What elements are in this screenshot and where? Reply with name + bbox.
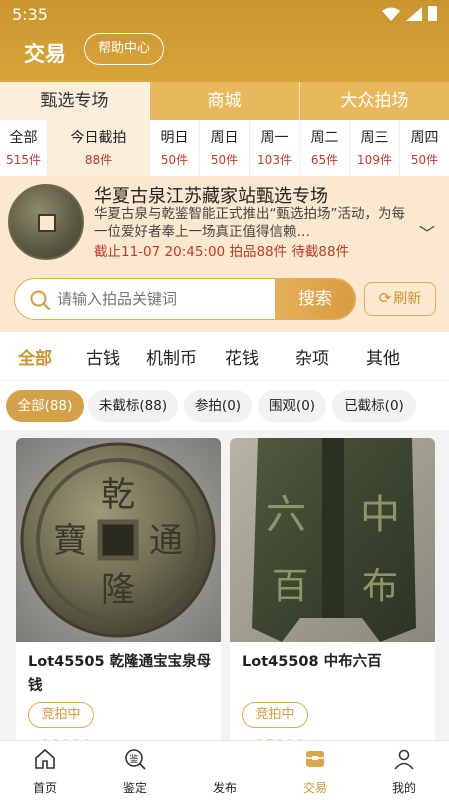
header: 5:35 交易 帮助中心 bbox=[0, 0, 449, 82]
filter-open[interactable]: 未截标(88) bbox=[88, 390, 178, 422]
help-center-button[interactable]: 帮助中心 bbox=[84, 33, 164, 65]
user-icon bbox=[394, 749, 414, 770]
status-icons bbox=[382, 6, 437, 21]
lot-image: 乾 隆 通 寶 bbox=[16, 438, 221, 642]
nav-trade[interactable]: 交易 bbox=[270, 741, 360, 800]
day-tab-thursday[interactable]: 周四 50件 bbox=[400, 120, 449, 176]
lot-card[interactable]: 乾 隆 通 寶 Lot45505 乾隆通宝宝泉母钱 竞拍中 ¥ 23220 bbox=[16, 438, 221, 740]
signal-icon bbox=[406, 6, 422, 21]
filter-watching[interactable]: 围观(0) bbox=[258, 390, 326, 422]
category-charms[interactable]: 花钱 bbox=[225, 344, 259, 369]
category-all[interactable]: 全部 bbox=[18, 344, 52, 369]
chevron-down-icon[interactable]: ﹀ bbox=[419, 220, 435, 244]
nav-publish[interactable]: 发布 bbox=[180, 741, 270, 800]
category-ancient-coins[interactable]: 古钱 bbox=[86, 344, 120, 369]
day-tab-label: 周一 bbox=[260, 130, 289, 146]
nav-home[interactable]: 首页 bbox=[0, 741, 90, 800]
svg-text:中: 中 bbox=[360, 492, 400, 538]
bottom-nav: 首页 鉴 鉴定 发布 交易 我的 bbox=[0, 740, 449, 800]
day-tab-count: 515件 bbox=[6, 153, 41, 167]
svg-text:布: 布 bbox=[362, 566, 398, 607]
day-tab-sunday[interactable]: 周日 50件 bbox=[200, 120, 250, 176]
tab-public-auction[interactable]: 大众拍场 bbox=[300, 82, 449, 120]
home-icon bbox=[35, 748, 55, 769]
day-tab-monday[interactable]: 周一 103件 bbox=[250, 120, 300, 176]
day-tabs: 全部 515件 今日截拍 88件 明日 50件 周日 50件 周一 103件 周… bbox=[0, 120, 449, 176]
day-tab-label: 周三 bbox=[360, 130, 389, 146]
nav-appraise[interactable]: 鉴 鉴定 bbox=[90, 741, 180, 800]
day-tab-count: 50件 bbox=[160, 153, 189, 167]
day-tab-count: 50件 bbox=[210, 153, 239, 167]
search-button[interactable]: 搜索 bbox=[275, 279, 355, 319]
search-box: 搜索 bbox=[14, 278, 356, 320]
status-time: 5:35 bbox=[12, 5, 48, 24]
lot-image: 六 百 中 布 bbox=[230, 438, 435, 642]
day-tab-tuesday[interactable]: 周二 65件 bbox=[300, 120, 350, 176]
session-deadline: 截止11-07 20:45:00 拍品88件 待截88件 bbox=[94, 244, 350, 260]
search-icon bbox=[30, 290, 50, 310]
day-tab-count: 109件 bbox=[357, 153, 392, 167]
lot-title: Lot45508 中布六百 bbox=[242, 654, 382, 670]
lot-title: Lot45505 乾隆通宝宝泉母钱 bbox=[28, 654, 212, 694]
svg-text:隆: 隆 bbox=[101, 570, 135, 610]
nav-label: 首页 bbox=[32, 781, 57, 795]
category-machine-coins[interactable]: 机制币 bbox=[146, 344, 197, 369]
day-tab-label: 全部 bbox=[9, 130, 38, 146]
nav-label: 发布 bbox=[212, 781, 237, 795]
filter-all[interactable]: 全部(88) bbox=[6, 390, 84, 422]
nav-label: 我的 bbox=[391, 781, 416, 795]
session-banner[interactable]: 华夏古泉江苏藏家站甄选专场 华夏古泉与乾鉴智能正式推出“甄选拍场”活动，为每一位… bbox=[0, 176, 449, 266]
day-tab-count: 65件 bbox=[310, 153, 339, 167]
tab-curated[interactable]: 甄选专场 bbox=[0, 82, 150, 120]
battery-icon bbox=[428, 6, 437, 21]
status-filters: 全部(88) 未截标(88) 参拍(0) 围观(0) 已截标(0) bbox=[0, 380, 449, 430]
nav-label: 鉴定 bbox=[122, 781, 147, 795]
nav-profile[interactable]: 我的 bbox=[359, 741, 449, 800]
svg-text:乾: 乾 bbox=[101, 475, 135, 515]
main-tabs: 甄选专场 商城 大众拍场 bbox=[0, 82, 449, 120]
day-tab-label: 周二 bbox=[310, 130, 339, 146]
refresh-icon: ⟳ bbox=[378, 289, 392, 307]
status-bar: 5:35 bbox=[0, 0, 449, 30]
svg-text:寶: 寶 bbox=[53, 521, 87, 561]
appraise-icon: 鉴 bbox=[125, 749, 146, 770]
search-area: 搜索 ⟳刷新 bbox=[0, 266, 449, 332]
day-tab-today[interactable]: 今日截拍 88件 bbox=[48, 120, 150, 176]
day-tab-label: 周日 bbox=[210, 130, 239, 146]
lot-grid: 乾 隆 通 寶 Lot45505 乾隆通宝宝泉母钱 竞拍中 ¥ 23220 六 … bbox=[0, 430, 449, 740]
category-other[interactable]: 其他 bbox=[366, 344, 400, 369]
day-tab-count: 103件 bbox=[257, 153, 292, 167]
wifi-icon bbox=[382, 7, 400, 21]
nav-label: 交易 bbox=[302, 781, 327, 795]
day-tab-label: 今日截拍 bbox=[70, 130, 127, 146]
session-coin-image bbox=[8, 184, 84, 260]
trade-page: 5:35 交易 帮助中心 甄选专场 商城 大众拍场 全部 515件 今日截拍 8… bbox=[0, 0, 449, 800]
status-badge: 竞拍中 bbox=[242, 702, 308, 728]
tab-mall[interactable]: 商城 bbox=[150, 82, 300, 120]
search-input[interactable] bbox=[57, 279, 277, 319]
category-tabs: 全部 古钱 机制币 花钱 杂项 其他 bbox=[0, 332, 449, 380]
page-title: 交易 bbox=[24, 42, 66, 66]
category-misc[interactable]: 杂项 bbox=[295, 344, 329, 369]
refresh-button[interactable]: ⟳ 刷新 bbox=[364, 282, 436, 316]
filter-bidding[interactable]: 参拍(0) bbox=[184, 390, 252, 422]
day-tab-count: 50件 bbox=[410, 153, 439, 167]
session-description: 华夏古泉与乾鉴智能正式推出“甄选拍场”活动，为每一位爱好者奉上一场真正值得信赖… bbox=[94, 206, 405, 240]
day-tab-label: 周四 bbox=[410, 130, 439, 146]
svg-text:百: 百 bbox=[272, 566, 308, 607]
status-badge: 竞拍中 bbox=[28, 702, 94, 728]
refresh-label: 刷新 bbox=[393, 291, 422, 307]
day-tab-wednesday[interactable]: 周三 109件 bbox=[350, 120, 400, 176]
day-tab-label: 明日 bbox=[160, 130, 189, 146]
day-tab-count: 88件 bbox=[84, 153, 113, 167]
trade-icon bbox=[306, 751, 324, 767]
day-tab-tomorrow[interactable]: 明日 50件 bbox=[150, 120, 200, 176]
day-tab-all[interactable]: 全部 515件 bbox=[0, 120, 48, 176]
filter-closed[interactable]: 已截标(0) bbox=[332, 390, 416, 422]
lot-card[interactable]: 六 百 中 布 Lot45508 中布六百 竞拍中 ¥ 25220 出价61次 bbox=[230, 438, 435, 740]
svg-text:通: 通 bbox=[149, 521, 183, 561]
svg-text:六: 六 bbox=[266, 492, 306, 538]
svg-text:鉴: 鉴 bbox=[129, 753, 138, 765]
